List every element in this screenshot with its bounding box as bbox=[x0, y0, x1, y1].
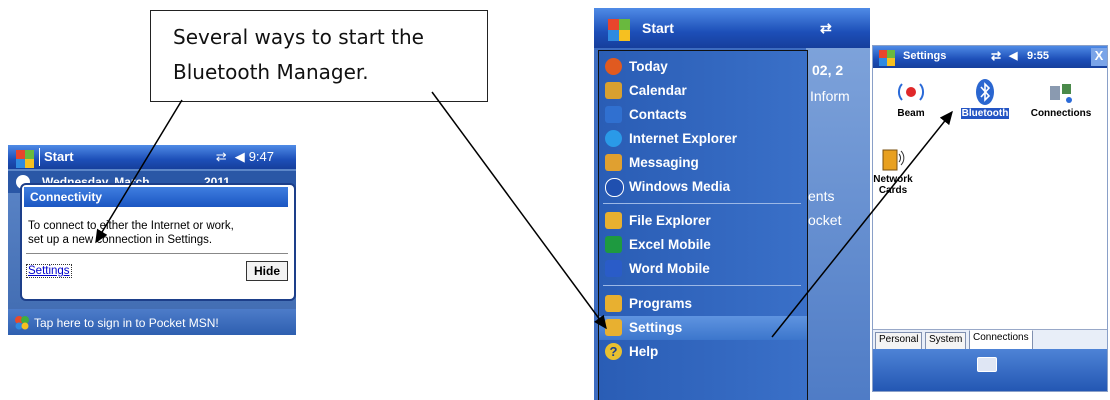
annotation-arrows bbox=[95, 91, 953, 338]
arrow-to-settings-link bbox=[95, 99, 183, 244]
arrow-to-bluetooth-icon bbox=[771, 110, 953, 338]
arrow-to-start-settings bbox=[431, 91, 607, 330]
